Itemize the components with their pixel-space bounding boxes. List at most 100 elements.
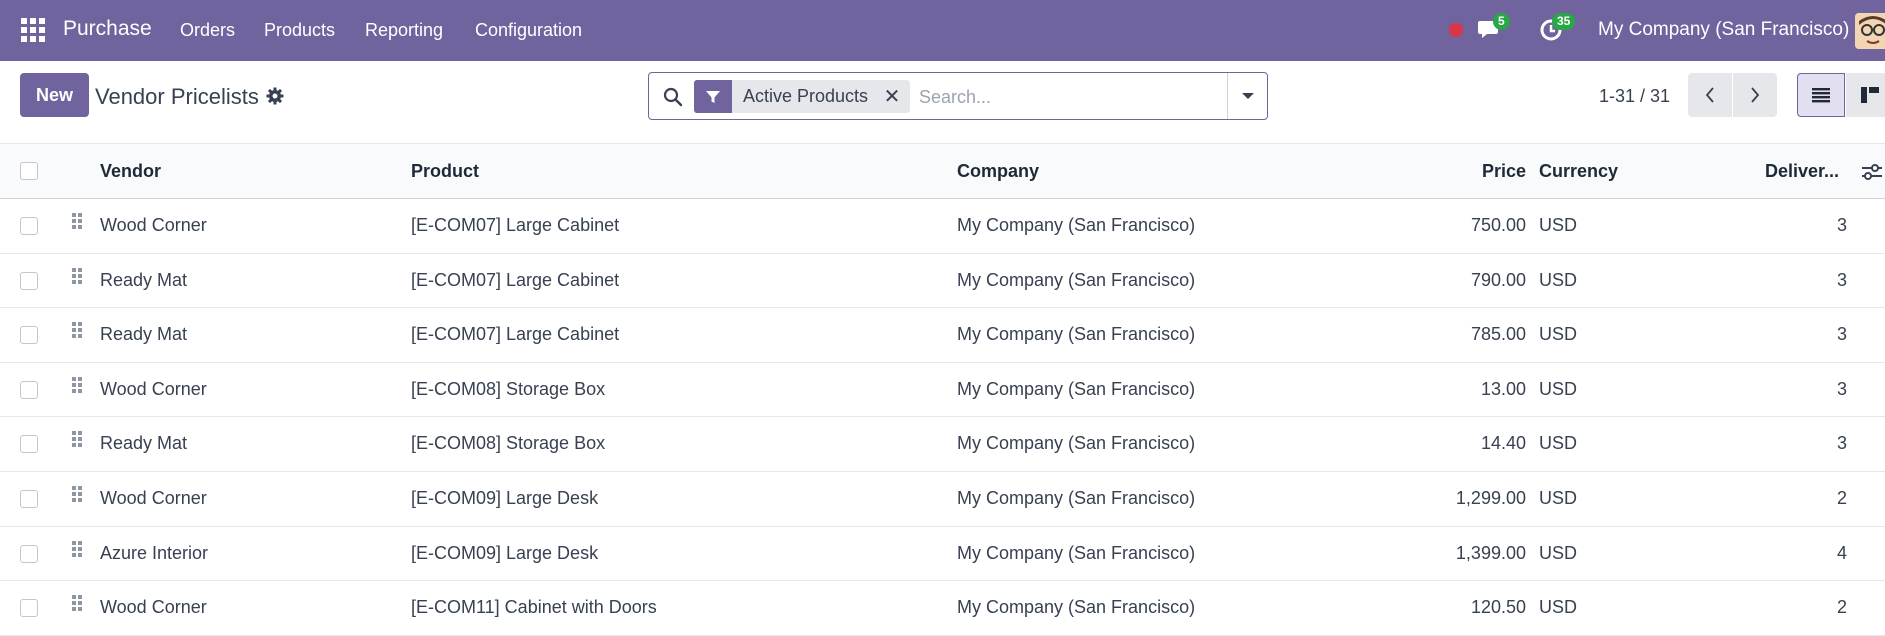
row-checkbox[interactable]: [20, 217, 38, 235]
row-checkbox[interactable]: [20, 599, 38, 618]
cell-delivery: 3: [1836, 324, 1847, 345]
cell-product: [E-COM08] Storage Box: [411, 433, 606, 454]
menu-products[interactable]: Products: [264, 20, 335, 41]
list-view-icon: [1812, 88, 1830, 103]
cell-currency: USD: [1539, 269, 1578, 290]
activities-clock-icon[interactable]: 35: [1539, 13, 1576, 43]
cell-company: My Company (San Francisco): [957, 378, 1196, 399]
facet-remove-icon[interactable]: ✕: [880, 80, 904, 113]
chevron-left-icon: [1705, 87, 1714, 103]
cell-price: 13.00: [1480, 378, 1526, 399]
gear-icon[interactable]: [266, 87, 284, 105]
column-header-price[interactable]: Price: [1420, 161, 1526, 182]
table-row[interactable]: Ready Mat [E-COM07] Large Cabinet My Com…: [0, 254, 1885, 309]
cell-company: My Company (San Francisco): [957, 542, 1196, 563]
recording-indicator-icon[interactable]: [1449, 23, 1463, 37]
row-checkbox[interactable]: [20, 271, 38, 290]
messages-icon[interactable]: 5: [1477, 13, 1510, 42]
table-row[interactable]: Wood Corner [E-COM07] Large Cabinet My C…: [0, 199, 1885, 254]
cell-vendor: Wood Corner: [100, 215, 207, 235]
facet-label: Active Products: [743, 86, 869, 106]
cell-price: 1,399.00: [1455, 542, 1526, 563]
cell-product: [E-COM07] Large Cabinet: [411, 269, 620, 290]
row-checkbox[interactable]: [20, 435, 38, 454]
page-title: Vendor Pricelists: [95, 84, 259, 109]
cell-vendor: Ready Mat: [100, 433, 188, 454]
cell-company: My Company (San Francisco): [957, 215, 1196, 235]
cell-price: 790.00: [1470, 269, 1526, 290]
new-button[interactable]: New: [20, 73, 89, 117]
cell-product: [E-COM07] Large Cabinet: [411, 324, 620, 345]
menu-configuration[interactable]: Configuration: [475, 20, 582, 41]
cell-vendor: Wood Corner: [100, 378, 207, 399]
drag-handle-icon[interactable]: [72, 213, 82, 235]
cell-currency: USD: [1539, 324, 1578, 345]
cell-company: My Company (San Francisco): [957, 324, 1196, 345]
cell-currency: USD: [1539, 597, 1578, 618]
table-row[interactable]: Ready Mat [E-COM07] Large Cabinet My Com…: [0, 308, 1885, 363]
cell-delivery: 3: [1836, 433, 1847, 454]
cell-price: 120.50: [1470, 597, 1526, 618]
search-options-toggle[interactable]: [1227, 73, 1267, 119]
table-row[interactable]: Ready Mat [E-COM08] Storage Box My Compa…: [0, 417, 1885, 472]
search-input[interactable]: [919, 83, 1219, 111]
cell-product: [E-COM08] Storage Box: [411, 378, 606, 399]
table-row[interactable]: Azure Interior [E-COM09] Large Desk My C…: [0, 527, 1885, 582]
user-avatar[interactable]: [1855, 13, 1885, 49]
table-row[interactable]: Wood Corner [E-COM09] Large Desk My Comp…: [0, 472, 1885, 527]
cell-company: My Company (San Francisco): [957, 487, 1196, 508]
column-header-vendor[interactable]: Vendor: [100, 161, 161, 182]
row-checkbox[interactable]: [20, 544, 38, 563]
pager-previous-button[interactable]: [1688, 73, 1732, 117]
cell-product: [E-COM07] Large Cabinet: [411, 215, 620, 235]
table-row[interactable]: Wood Corner [E-COM08] Storage Box My Com…: [0, 363, 1885, 418]
cell-currency: USD: [1539, 378, 1578, 399]
cell-currency: USD: [1539, 433, 1578, 454]
drag-handle-icon[interactable]: [72, 595, 82, 617]
company-switcher[interactable]: My Company (San Francisco): [1598, 19, 1849, 41]
column-header-currency[interactable]: Currency: [1539, 161, 1618, 182]
kanban-view-icon: [1861, 87, 1879, 103]
column-header-delivery[interactable]: Deliver...: [1765, 161, 1839, 182]
menu-orders[interactable]: Orders: [180, 20, 235, 41]
table-header: Vendor Product Company Price Currency De…: [0, 143, 1885, 199]
cell-delivery: 3: [1836, 378, 1847, 399]
optional-columns-icon[interactable]: [1860, 162, 1884, 182]
cell-delivery: 3: [1836, 215, 1847, 235]
row-checkbox[interactable]: [20, 489, 38, 508]
kanban-view-button[interactable]: [1846, 73, 1885, 117]
cell-price: 785.00: [1470, 324, 1526, 345]
table-body: Wood Corner [E-COM07] Large Cabinet My C…: [0, 199, 1885, 636]
vendor-pricelist-table: Vendor Product Company Price Currency De…: [0, 143, 1885, 636]
filter-icon: [694, 80, 732, 113]
table-row[interactable]: Wood Corner [E-COM11] Cabinet with Doors…: [0, 581, 1885, 636]
pager-value[interactable]: 1-31 / 31: [1599, 86, 1670, 107]
drag-handle-icon[interactable]: [72, 322, 82, 344]
drag-handle-icon[interactable]: [72, 376, 82, 399]
column-header-product[interactable]: Product: [411, 161, 479, 182]
pager-next-button[interactable]: [1733, 73, 1777, 117]
cell-price: 14.40: [1480, 433, 1526, 454]
select-all-checkbox[interactable]: [20, 162, 38, 180]
cell-delivery: 2: [1836, 597, 1847, 618]
drag-handle-icon[interactable]: [72, 540, 82, 563]
row-checkbox[interactable]: [20, 380, 38, 399]
column-header-company[interactable]: Company: [957, 161, 1039, 182]
app-brand[interactable]: Purchase: [63, 17, 152, 41]
drag-handle-icon[interactable]: [72, 267, 82, 290]
cell-vendor: Ready Mat: [100, 269, 188, 290]
cell-vendor: Wood Corner: [100, 597, 207, 618]
cell-vendor: Ready Mat: [100, 324, 188, 345]
cell-company: My Company (San Francisco): [957, 597, 1196, 618]
cell-company: My Company (San Francisco): [957, 433, 1196, 454]
drag-handle-icon[interactable]: [72, 485, 82, 508]
apps-menu-icon[interactable]: [21, 18, 45, 42]
messages-count-badge: 5: [1493, 13, 1510, 30]
top-navbar: Purchase Orders Products Reporting Confi…: [0, 0, 1885, 61]
list-view-button[interactable]: [1797, 73, 1845, 117]
cell-currency: USD: [1539, 487, 1578, 508]
cell-product: [E-COM09] Large Desk: [411, 542, 599, 563]
drag-handle-icon[interactable]: [72, 431, 82, 453]
menu-reporting[interactable]: Reporting: [365, 20, 443, 41]
row-checkbox[interactable]: [20, 326, 38, 345]
